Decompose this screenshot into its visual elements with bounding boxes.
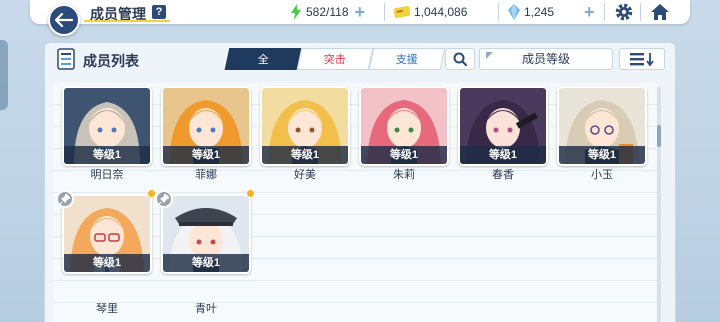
tab-support[interactable]: 支援 [368, 48, 446, 70]
member-name: 明日奈 [90, 169, 124, 181]
level-label: 等级1 [163, 146, 249, 164]
add-gems-button[interactable]: + [584, 3, 595, 21]
credits-value: 1,044,086 [414, 5, 468, 19]
panel-title: 成员列表 [83, 53, 139, 69]
member-list-panel: 成员列表 全 突击 支援 成员等级 [44, 42, 676, 322]
gems-resource: 1,245 [508, 3, 554, 21]
pin-icon[interactable] [155, 190, 173, 208]
level-label: 等级1 [361, 146, 447, 164]
sort-order-icon [630, 53, 654, 66]
add-stamina-button[interactable]: + [355, 3, 366, 21]
member-name: 菲娜 [195, 169, 217, 181]
member-card[interactable]: 等级1 [62, 86, 152, 166]
new-indicator-dot [247, 190, 254, 197]
divider [604, 3, 605, 21]
search-icon [453, 52, 467, 66]
pin-glyph [159, 194, 169, 204]
divider [498, 3, 499, 21]
scrollbar-track[interactable] [657, 87, 661, 322]
level-label: 等级1 [64, 254, 150, 272]
member-card[interactable]: 等级1 [161, 194, 251, 274]
dropdown-corner-icon [486, 52, 493, 59]
level-label: 等级1 [163, 254, 249, 272]
tab-assault-label: 突击 [323, 54, 346, 66]
level-label: 等级1 [262, 146, 348, 164]
member-card[interactable]: 等级1 [161, 86, 251, 166]
level-label: 等级1 [64, 146, 150, 164]
sort-label: 成员等级 [521, 52, 570, 66]
gem-icon [508, 4, 520, 20]
tab-all-label: 全 [257, 54, 269, 66]
member-card[interactable]: 等级1 [62, 194, 152, 274]
gems-value: 1,245 [524, 5, 555, 19]
level-label: 等级1 [559, 146, 645, 164]
gems-add-wrap: + [578, 3, 595, 21]
tab-assault[interactable]: 突击 [296, 48, 374, 70]
stamina-value: 582/118 [306, 5, 349, 19]
member-card[interactable]: 等级1 [557, 86, 647, 166]
title-underline [84, 20, 170, 22]
stamina-resource: 582/118 + [290, 3, 365, 21]
credit-ticket-icon [394, 6, 410, 18]
filter-tabs: 全 突击 支援 [224, 48, 446, 70]
member-name: 琴里 [96, 303, 118, 315]
sort-dropdown[interactable]: 成员等级 [479, 48, 613, 70]
back-button[interactable] [48, 4, 80, 36]
list-icon [57, 48, 75, 70]
gear-icon[interactable] [614, 2, 634, 22]
member-card[interactable]: 等级1 [458, 86, 548, 166]
member-card[interactable]: 等级1 [359, 86, 449, 166]
divider [640, 3, 641, 21]
background-decoration [0, 40, 8, 110]
pin-icon[interactable] [56, 190, 74, 208]
member-name: 春香 [492, 169, 514, 181]
member-name: 好美 [294, 169, 316, 181]
member-name: 青叶 [195, 303, 217, 315]
tab-support-label: 支援 [395, 54, 418, 66]
divider [384, 3, 385, 21]
back-arrow-icon [55, 13, 73, 27]
tab-all[interactable]: 全 [224, 48, 302, 70]
search-button[interactable] [445, 48, 475, 70]
panel-header: 成员列表 全 突击 支援 成员等级 [45, 43, 675, 75]
new-indicator-dot [148, 190, 155, 197]
credits-resource: 1,044,086 [394, 3, 467, 21]
member-name: 小玉 [591, 169, 613, 181]
help-icon[interactable]: ? [152, 5, 166, 19]
member-name: 朱莉 [393, 169, 415, 181]
scrollbar-thumb[interactable] [657, 125, 661, 147]
level-label: 等级1 [460, 146, 546, 164]
sort-order-button[interactable] [619, 48, 665, 70]
home-icon[interactable] [650, 2, 670, 22]
member-card[interactable]: 等级1 [260, 86, 350, 166]
lightning-icon [291, 4, 301, 20]
pin-glyph [60, 194, 70, 204]
